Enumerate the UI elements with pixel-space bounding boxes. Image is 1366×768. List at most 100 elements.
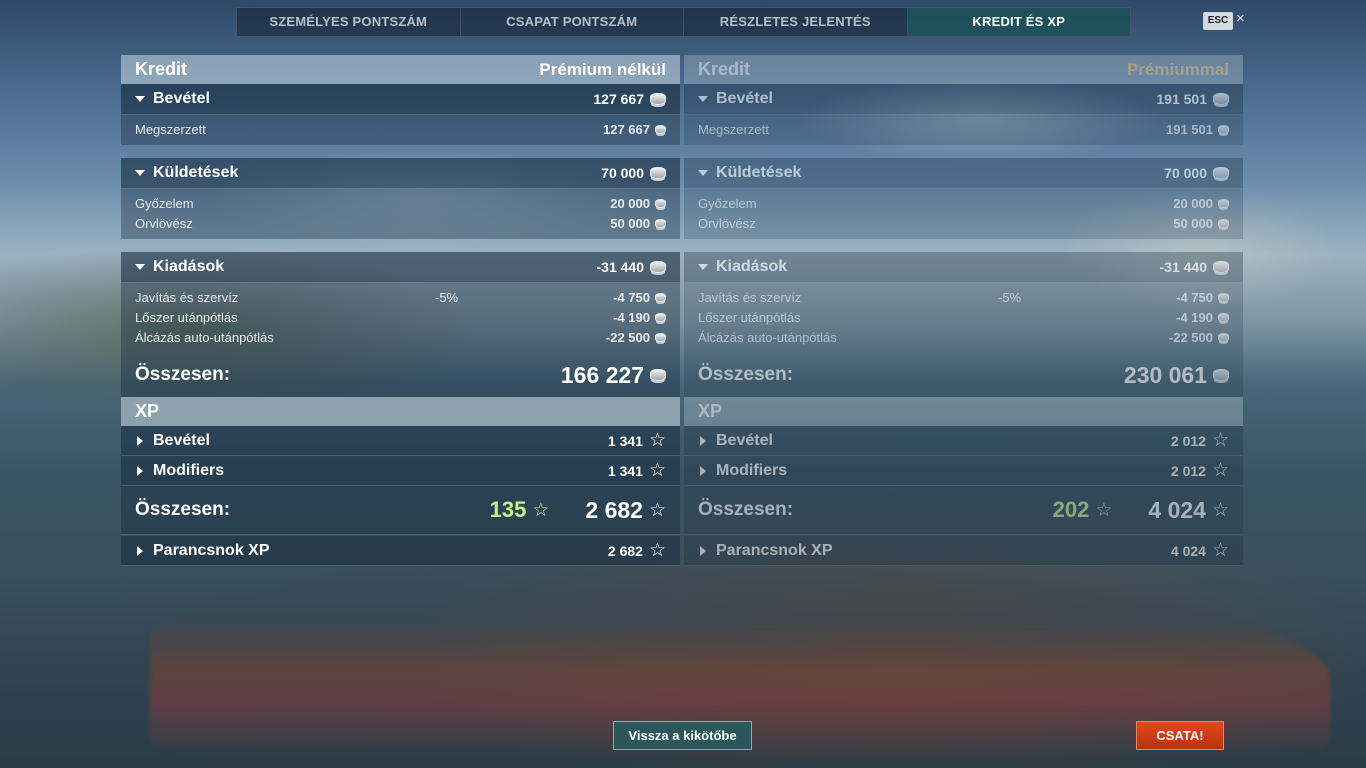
expenses-section[interactable]: Kiadások -31 440: [121, 252, 680, 283]
credit-icon: [655, 198, 666, 208]
credit-icon: [1213, 167, 1229, 179]
xp-modifiers-row[interactable]: Modifiers 1 341 ☆: [121, 456, 680, 486]
free-xp-value: 135: [489, 497, 527, 522]
star-icon: ☆: [1211, 460, 1229, 481]
xp-income-row[interactable]: Bevétel 1 341 ☆: [121, 426, 680, 456]
credit-icon: [655, 218, 666, 228]
xp-income-row[interactable]: Bevétel 2 012 ☆: [684, 426, 1243, 456]
esc-button[interactable]: ESC: [1203, 12, 1233, 30]
list-item: Győzelem 20 000: [698, 193, 1229, 213]
tab-team-score[interactable]: CSAPAT PONTSZÁM: [461, 8, 684, 36]
credit-icon: [1213, 93, 1229, 105]
star-icon: ☆: [1095, 499, 1113, 521]
xp-header: XP: [121, 397, 680, 426]
close-icon[interactable]: ×: [1236, 10, 1245, 27]
expand-icon: [137, 435, 143, 446]
missions-value: 70 000: [1164, 165, 1207, 181]
missions-section[interactable]: Küldetések 70 000: [121, 158, 680, 189]
back-to-port-button[interactable]: Vissza a kikötőbe: [613, 721, 752, 750]
list-item: Lőszer utánpótlás -4 190: [698, 307, 1229, 327]
list-item: Orvlövész 50 000: [698, 213, 1229, 233]
credit-icon: [655, 312, 666, 322]
star-icon: ☆: [532, 499, 550, 521]
collapse-icon: [135, 96, 145, 102]
credit-icon: [1218, 218, 1229, 228]
xp-total-value: 4 024: [1148, 496, 1206, 523]
tab-personal-score[interactable]: SZEMÉLYES PONTSZÁM: [237, 8, 461, 36]
panel-premium: Kredit Prémiummal Bevétel 191 501 Megsze…: [684, 55, 1243, 566]
mode-label: Prémiummal: [1126, 59, 1229, 79]
credit-icon: [1218, 332, 1229, 342]
missions-section[interactable]: Küldetések 70 000: [684, 158, 1243, 189]
star-icon: ☆: [648, 540, 666, 561]
credit-icon: [1218, 292, 1229, 302]
credit-total-value: 166 227: [560, 361, 644, 388]
expand-icon: [137, 465, 143, 476]
credit-icon: [650, 261, 666, 273]
mode-label: Prémium nélkül: [539, 59, 666, 79]
star-icon: ☆: [648, 430, 666, 451]
battle-button[interactable]: CSATA!: [1136, 721, 1224, 750]
income-section[interactable]: Bevétel 191 501: [684, 84, 1243, 115]
expand-icon: [700, 465, 706, 476]
star-icon: ☆: [1211, 430, 1229, 451]
income-value: 191 501: [1156, 91, 1207, 107]
tab-credits-xp[interactable]: KREDIT ÉS XP: [907, 8, 1130, 36]
missions-label: Küldetések: [153, 164, 239, 181]
top-tabs: SZEMÉLYES PONTSZÁM CSAPAT PONTSZÁM RÉSZL…: [236, 7, 1131, 37]
missions-value: 70 000: [601, 165, 644, 181]
xp-total-value: 2 682: [585, 496, 643, 523]
credit-icon: [650, 369, 666, 381]
collapse-icon: [698, 264, 708, 270]
star-icon: ☆: [1211, 540, 1229, 561]
xp-modifiers-row[interactable]: Modifiers 2 012 ☆: [684, 456, 1243, 486]
credit-icon: [1213, 369, 1229, 381]
credit-icon: [655, 292, 666, 302]
expenses-label: Kiadások: [716, 258, 788, 275]
collapse-icon: [135, 170, 145, 176]
income-label: Bevétel: [153, 90, 210, 107]
income-label: Bevétel: [716, 90, 773, 107]
credit-icon: [1213, 261, 1229, 273]
expand-icon: [700, 545, 706, 556]
list-item: Győzelem 20 000: [135, 193, 666, 213]
expenses-value: -31 440: [596, 259, 644, 275]
credit-header: Kredit Prémium nélkül: [121, 55, 680, 84]
commander-xp-row[interactable]: Parancsnok XP 4 024 ☆: [684, 536, 1243, 566]
expand-icon: [700, 435, 706, 446]
star-icon: ☆: [1211, 499, 1229, 521]
missions-label: Küldetések: [716, 164, 802, 181]
credit-icon: [650, 93, 666, 105]
credit-icon: [650, 167, 666, 179]
list-item: Megszerzett 127 667: [135, 119, 666, 139]
list-item: Lőszer utánpótlás -4 190: [135, 307, 666, 327]
credit-icon: [1218, 312, 1229, 322]
income-value: 127 667: [593, 91, 644, 107]
credit-header: Kredit Prémiummal: [684, 55, 1243, 84]
xp-total: Összesen: 135 ☆ 2 682 ☆: [121, 486, 680, 535]
tab-detailed-report[interactable]: RÉSZLETES JELENTÉS: [684, 8, 908, 36]
credit-title: Kredit: [135, 59, 188, 79]
credit-total: Összesen: 230 061: [684, 353, 1243, 397]
star-icon: ☆: [648, 460, 666, 481]
collapse-icon: [698, 96, 708, 102]
panel-no-premium: Kredit Prémium nélkül Bevétel 127 667 Me…: [121, 55, 680, 566]
credit-total-value: 230 061: [1123, 361, 1207, 388]
credit-title: Kredit: [698, 59, 751, 79]
collapse-icon: [698, 170, 708, 176]
credit-total: Összesen: 166 227: [121, 353, 680, 397]
expenses-label: Kiadások: [153, 258, 225, 275]
expenses-value: -31 440: [1159, 259, 1207, 275]
list-item: Álcázás auto-utánpótlás -22 500: [135, 327, 666, 347]
xp-header: XP: [684, 397, 1243, 426]
list-item: Javítás és szervíz -5% -4 750: [698, 287, 1229, 307]
commander-xp-row[interactable]: Parancsnok XP 2 682 ☆: [121, 536, 680, 566]
income-section[interactable]: Bevétel 127 667: [121, 84, 680, 115]
free-xp-value: 202: [1052, 497, 1090, 522]
xp-total: Összesen: 202 ☆ 4 024 ☆: [684, 486, 1243, 535]
expenses-section[interactable]: Kiadások -31 440: [684, 252, 1243, 283]
collapse-icon: [135, 264, 145, 270]
list-item: Orvlövész 50 000: [135, 213, 666, 233]
list-item: Megszerzett 191 501: [698, 119, 1229, 139]
credit-icon: [1218, 198, 1229, 208]
